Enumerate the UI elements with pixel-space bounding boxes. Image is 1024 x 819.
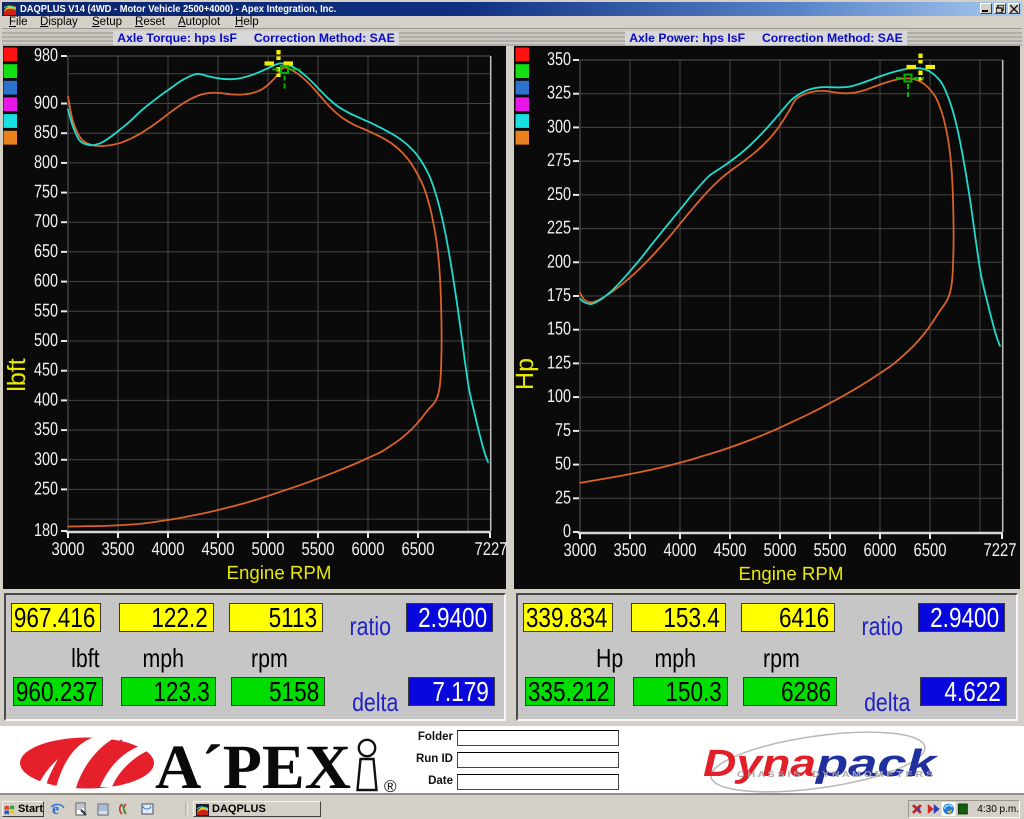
svg-text:5000: 5000: [252, 538, 285, 559]
svg-text:275: 275: [547, 149, 571, 170]
svg-text:980: 980: [34, 44, 58, 65]
svg-text:700: 700: [34, 210, 58, 231]
svg-text:5000: 5000: [764, 539, 797, 560]
svg-text:A´PEX: A´PEX: [155, 732, 351, 799]
svg-text:400: 400: [34, 388, 58, 409]
svg-text:4500: 4500: [202, 538, 235, 559]
svg-text:125: 125: [547, 351, 571, 372]
svg-text:4500: 4500: [714, 539, 747, 560]
svg-text:75: 75: [555, 419, 571, 440]
svg-text:180: 180: [34, 519, 58, 540]
svg-text:100: 100: [547, 385, 571, 406]
svg-text:150: 150: [547, 318, 571, 339]
svg-text:Engine RPM: Engine RPM: [739, 564, 844, 585]
svg-text:Hp: Hp: [511, 358, 539, 390]
svg-text:3000: 3000: [564, 539, 597, 560]
svg-text:0: 0: [563, 520, 571, 541]
svg-text:850: 850: [34, 121, 58, 142]
svg-text:6500: 6500: [914, 539, 947, 560]
svg-text:6000: 6000: [864, 539, 897, 560]
svg-text:7227: 7227: [475, 538, 508, 559]
svg-text:750: 750: [34, 181, 58, 202]
svg-text:200: 200: [547, 250, 571, 271]
svg-text:800: 800: [34, 151, 58, 172]
svg-text:550: 550: [34, 299, 58, 320]
svg-text:250: 250: [34, 477, 58, 498]
svg-text:4000: 4000: [664, 539, 697, 560]
svg-text:7227: 7227: [984, 539, 1017, 560]
svg-text:350: 350: [34, 418, 58, 439]
svg-text:600: 600: [34, 270, 58, 291]
svg-text:6500: 6500: [402, 538, 435, 559]
svg-text:lbft: lbft: [3, 358, 31, 391]
svg-text:4000: 4000: [152, 538, 185, 559]
svg-text:25: 25: [555, 486, 571, 507]
svg-text:50: 50: [555, 453, 571, 474]
svg-text:C H A S S I S D Y N A M O M: C H A S S I S D Y N A M O M E T E R S: [737, 769, 933, 779]
svg-text:3500: 3500: [614, 539, 647, 560]
svg-text:Engine RPM: Engine RPM: [227, 563, 332, 584]
svg-text:900: 900: [34, 92, 58, 113]
svg-text:325: 325: [547, 82, 571, 103]
svg-text:5500: 5500: [302, 538, 335, 559]
svg-text:650: 650: [34, 240, 58, 261]
svg-text:350: 350: [547, 48, 571, 69]
svg-text:450: 450: [34, 359, 58, 380]
svg-text:300: 300: [34, 448, 58, 469]
svg-text:225: 225: [547, 217, 571, 238]
svg-text:175: 175: [547, 284, 571, 305]
svg-text:6000: 6000: [352, 538, 385, 559]
svg-text:5500: 5500: [814, 539, 847, 560]
svg-text:250: 250: [547, 183, 571, 204]
svg-text:3000: 3000: [52, 538, 85, 559]
svg-text:3500: 3500: [102, 538, 135, 559]
svg-text:300: 300: [547, 115, 571, 136]
svg-text:e: e: [52, 801, 59, 817]
svg-text:500: 500: [34, 329, 58, 350]
